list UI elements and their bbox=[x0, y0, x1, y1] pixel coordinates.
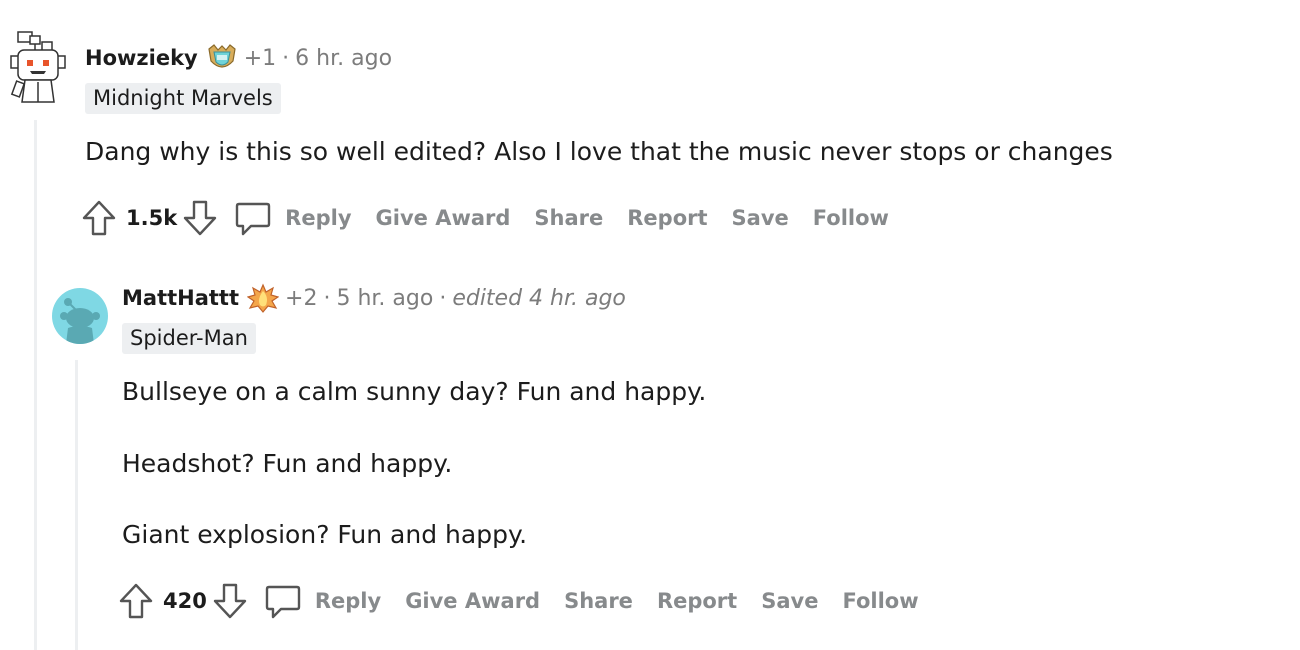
meta-separator: · bbox=[439, 285, 447, 311]
thread-line-reply[interactable] bbox=[75, 360, 78, 650]
snoo-avatar-icon bbox=[10, 31, 66, 103]
comment-bubble-icon[interactable] bbox=[233, 198, 273, 238]
user-flair: Spider-Man bbox=[122, 323, 256, 354]
share-button[interactable]: Share bbox=[564, 589, 633, 613]
vote-score: 1.5k bbox=[126, 206, 178, 230]
report-button[interactable]: Report bbox=[627, 206, 707, 230]
username[interactable]: MattHattt bbox=[122, 286, 239, 310]
give-award-button[interactable]: Give Award bbox=[376, 206, 511, 230]
downvote-icon[interactable] bbox=[181, 199, 219, 237]
edited-timestamp: edited 4 hr. ago bbox=[452, 285, 626, 311]
karma-count: +2 bbox=[285, 285, 318, 311]
meta-separator: · bbox=[323, 285, 331, 311]
avatar[interactable] bbox=[52, 288, 108, 344]
fire-award-icon[interactable] bbox=[246, 283, 280, 313]
follow-button[interactable]: Follow bbox=[842, 589, 918, 613]
username[interactable]: Howzieky bbox=[85, 46, 198, 70]
timestamp[interactable]: 5 hr. ago bbox=[336, 286, 433, 311]
give-award-button[interactable]: Give Award bbox=[405, 589, 540, 613]
comment-actions: 420 Reply Give Award Share Report Save F… bbox=[117, 581, 929, 621]
comment-thread: Howzieky +1 · 6 hr. ago Midnight Marvels… bbox=[0, 0, 1300, 650]
avatar[interactable] bbox=[8, 30, 68, 104]
comment-body-line: Bullseye on a calm sunny day? Fun and ha… bbox=[122, 377, 707, 406]
reply-button[interactable]: Reply bbox=[285, 206, 351, 230]
upvote-icon[interactable] bbox=[117, 582, 155, 620]
award-badge-icon[interactable] bbox=[206, 43, 238, 73]
user-flair: Midnight Marvels bbox=[85, 83, 281, 114]
timestamp[interactable]: 6 hr. ago bbox=[295, 46, 392, 71]
meta-separator: · bbox=[282, 45, 290, 71]
report-button[interactable]: Report bbox=[657, 589, 737, 613]
comment-body-line: Headshot? Fun and happy. bbox=[122, 449, 453, 478]
save-button[interactable]: Save bbox=[732, 206, 789, 230]
follow-button[interactable]: Follow bbox=[813, 206, 889, 230]
comment-bubble-icon[interactable] bbox=[263, 581, 303, 621]
downvote-icon[interactable] bbox=[211, 582, 249, 620]
comment-actions: 1.5k Reply Give Award Share Report Save … bbox=[80, 198, 899, 238]
karma-count: +1 bbox=[243, 45, 277, 71]
comment-body-line: Dang why is this so well edited? Also I … bbox=[85, 137, 1113, 166]
comment-body-line: Giant explosion? Fun and happy. bbox=[122, 520, 528, 549]
reply-button[interactable]: Reply bbox=[315, 589, 381, 613]
vote-score: 420 bbox=[163, 589, 207, 613]
snoo-avatar-icon bbox=[60, 298, 100, 344]
thread-line-top[interactable] bbox=[34, 120, 37, 650]
upvote-icon[interactable] bbox=[80, 199, 118, 237]
share-button[interactable]: Share bbox=[534, 206, 603, 230]
comment-header: Howzieky +1 · 6 hr. ago bbox=[85, 43, 392, 73]
comment-header: MattHattt +2 · 5 hr. ago · edited 4 hr. … bbox=[122, 283, 626, 313]
save-button[interactable]: Save bbox=[761, 589, 818, 613]
